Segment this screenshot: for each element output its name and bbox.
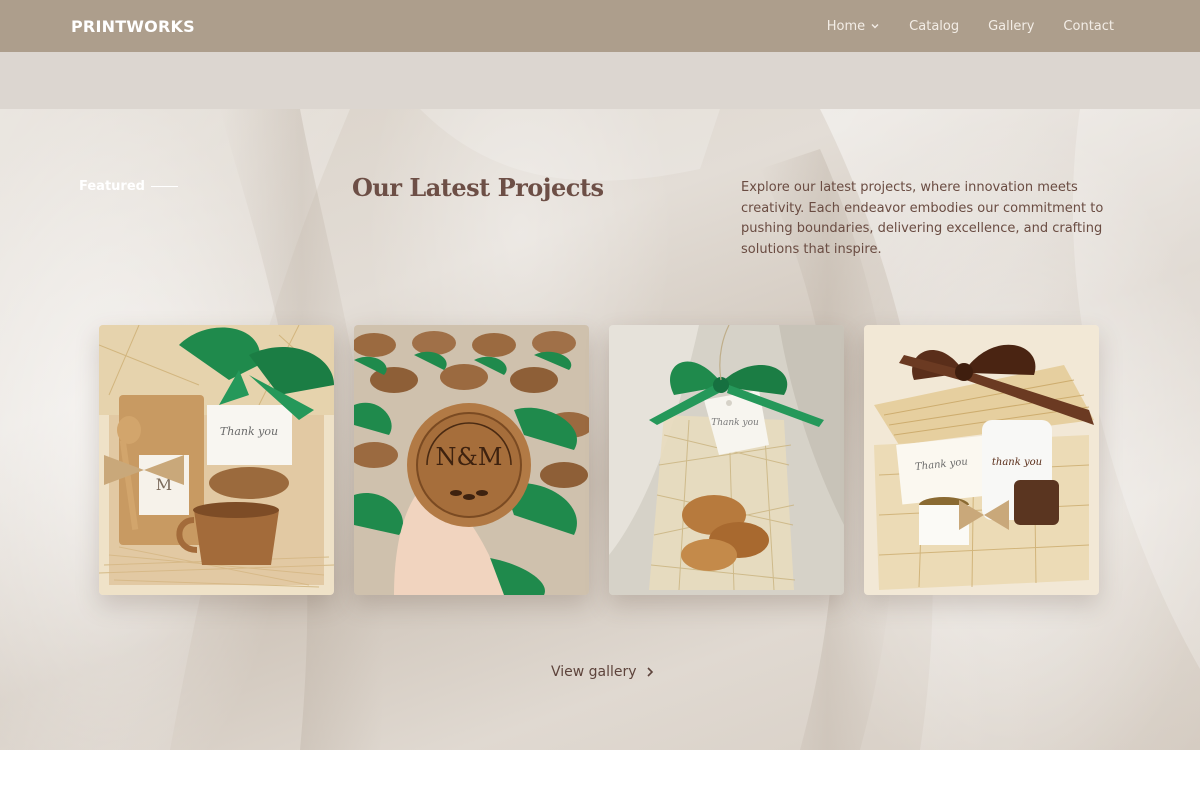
nav-item-contact[interactable]: Contact — [1063, 19, 1114, 34]
svg-text:Thank you: Thank you — [220, 425, 278, 438]
project-image-sinamay-bag: Thank you — [609, 325, 844, 595]
project-image-gift-basket: M Thank you — [99, 325, 334, 595]
featured-eyebrow: Featured — [79, 179, 178, 194]
chevron-right-icon — [647, 667, 653, 677]
brand-logo[interactable]: PRINTWORKS — [71, 17, 195, 36]
svg-text:Thank you: Thank you — [711, 418, 759, 428]
chevron-down-icon — [871, 24, 879, 29]
featured-label: Featured — [79, 179, 145, 194]
project-image-wooden-coaster: N&M — [354, 325, 589, 595]
nav-item-catalog[interactable]: Catalog — [909, 19, 959, 34]
project-card-gift-basket[interactable]: M Thank you — [99, 325, 334, 595]
project-image-brown-gift-basket: Thank you thank you — [864, 325, 1099, 595]
header-band — [0, 52, 1200, 109]
coaster-monogram: N&M — [436, 443, 503, 471]
project-card-sinamay-bag[interactable]: Thank you — [609, 325, 844, 595]
latest-projects-section: Featured Our Latest Projects Explore our… — [0, 109, 1200, 750]
section-title: Our Latest Projects — [352, 173, 604, 202]
main-nav: Home Catalog Gallery Contact — [827, 19, 1114, 34]
project-card-brown-gift-basket[interactable]: Thank you thank you — [864, 325, 1099, 595]
view-gallery-link[interactable]: View gallery — [551, 664, 655, 680]
nav-item-home-label: Home — [826, 18, 866, 34]
svg-text:thank you: thank you — [992, 457, 1042, 468]
project-card-wooden-coaster[interactable]: N&M — [354, 325, 589, 595]
view-gallery-label: View gallery — [551, 664, 637, 680]
section-description: Explore our latest projects, where innov… — [741, 180, 1104, 257]
projects-grid: M Thank you N&M Thank you Thank you than… — [99, 325, 1099, 595]
nav-item-gallery[interactable]: Gallery — [988, 19, 1034, 34]
nav-item-home[interactable]: Home — [827, 19, 880, 34]
site-header: PRINTWORKS Home Catalog Gallery Contact — [0, 0, 1200, 52]
featured-divider — [150, 186, 178, 187]
